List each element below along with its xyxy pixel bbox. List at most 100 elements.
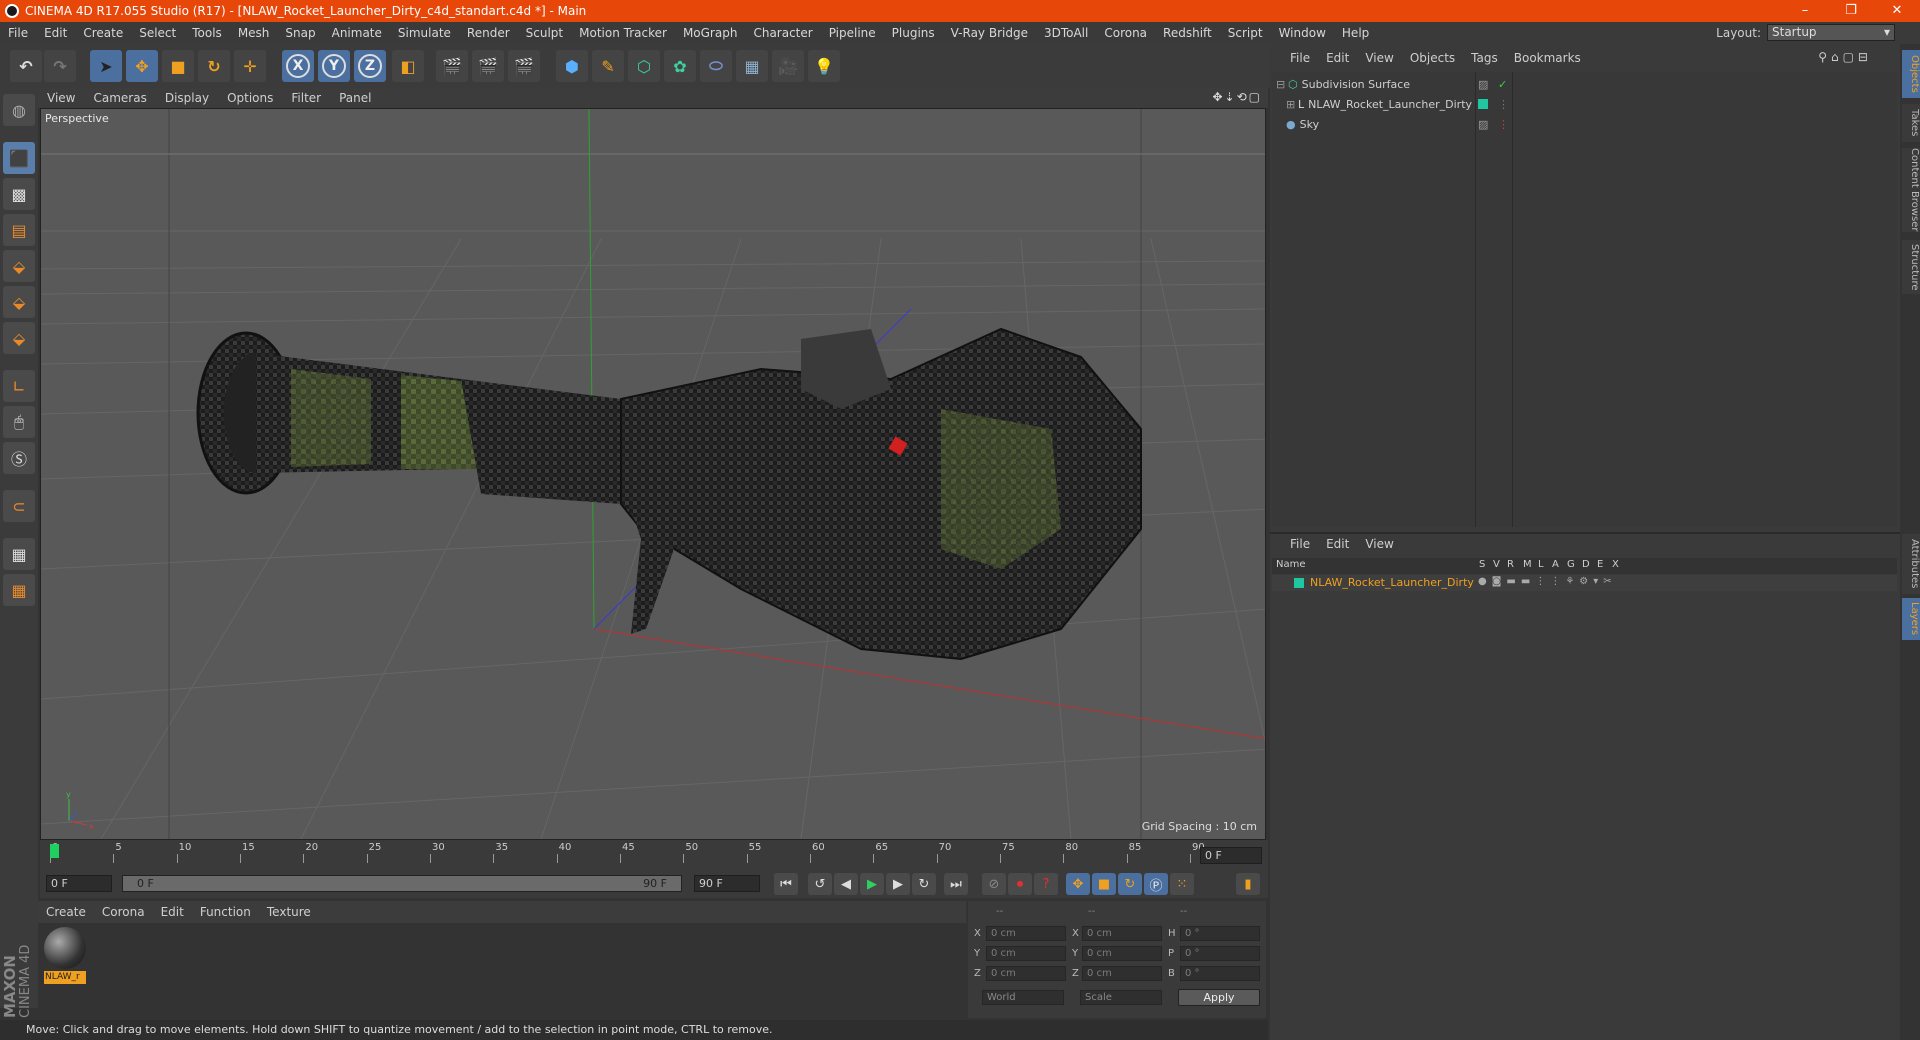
- key-scale-button[interactable]: ■: [1092, 873, 1116, 895]
- obj-menu-edit[interactable]: Edit: [1318, 51, 1357, 65]
- layer-color-swatch[interactable]: [1294, 578, 1304, 588]
- key-pla-button[interactable]: ⁙: [1170, 873, 1194, 895]
- mat-menu-texture[interactable]: Texture: [259, 905, 319, 919]
- editor-visibility-icon[interactable]: ▨: [1478, 78, 1488, 91]
- points-mode-button[interactable]: ⬙: [3, 250, 35, 282]
- record-button[interactable]: ⏺: [1008, 873, 1032, 895]
- size-x-field[interactable]: 0 cm: [1082, 926, 1162, 941]
- floor-button[interactable]: ▦: [736, 50, 768, 82]
- menu-mograph[interactable]: MoGraph: [675, 26, 746, 40]
- tab-takes[interactable]: Takes: [1902, 104, 1920, 142]
- timeline-window-button[interactable]: ▮: [1236, 873, 1260, 895]
- magnet-button[interactable]: ⊂: [3, 490, 35, 522]
- obj-menu-bookmarks[interactable]: Bookmarks: [1506, 51, 1589, 65]
- obj-menu-file[interactable]: File: [1270, 51, 1318, 65]
- layer-color-tag[interactable]: [1478, 99, 1488, 109]
- size-mode-select[interactable]: Scale: [1080, 990, 1162, 1005]
- visibility-dots-icon[interactable]: ⋮: [1498, 98, 1509, 111]
- col-m[interactable]: M: [1523, 559, 1532, 570]
- menu-plugins[interactable]: Plugins: [884, 26, 943, 40]
- autokey-button[interactable]: ?: [1034, 873, 1058, 895]
- apply-button[interactable]: Apply: [1178, 989, 1260, 1006]
- size-y-field[interactable]: 0 cm: [1082, 946, 1162, 961]
- key-parameter-button[interactable]: Ⓟ: [1144, 873, 1168, 895]
- menu-tools[interactable]: Tools: [184, 26, 230, 40]
- viewport-menu-options[interactable]: Options: [218, 91, 282, 105]
- mat-menu-function[interactable]: Function: [192, 905, 259, 919]
- object-row-subdivision[interactable]: ⊟ ⬡ Subdivision Surface ▨ ✓: [1272, 74, 1897, 94]
- menu-sculpt[interactable]: Sculpt: [518, 26, 571, 40]
- layer-menu-file[interactable]: File: [1270, 537, 1318, 551]
- position-y-field[interactable]: 0 cm: [986, 946, 1066, 961]
- z-axis-button[interactable]: Z: [354, 50, 386, 82]
- render-settings-button[interactable]: 🎬: [508, 50, 540, 82]
- cube-object-button[interactable]: ⬢: [556, 50, 588, 82]
- menu-render[interactable]: Render: [459, 26, 518, 40]
- menu-animate[interactable]: Animate: [324, 26, 390, 40]
- menu-script[interactable]: Script: [1220, 26, 1271, 40]
- layer-row[interactable]: NLAW_Rocket_Launcher_Dirty ●◙▬▬⋮⋮⚘⚙▾✂: [1272, 575, 1897, 591]
- col-e[interactable]: E: [1597, 559, 1603, 570]
- object-row-nlaw[interactable]: ⊞ L NLAW_Rocket_Launcher_Dirty ⋮: [1272, 94, 1897, 114]
- tab-objects[interactable]: Objects: [1902, 50, 1920, 98]
- workplane-mode-button[interactable]: ▤: [3, 214, 35, 246]
- collapse-icon[interactable]: ⊟: [1276, 78, 1288, 91]
- menu-redshift[interactable]: Redshift: [1155, 26, 1220, 40]
- mat-menu-edit[interactable]: Edit: [153, 905, 192, 919]
- prev-frame-button[interactable]: ◀: [834, 873, 858, 895]
- scale-tool-button[interactable]: ■: [162, 50, 194, 82]
- rotation-h-field[interactable]: 0 °: [1180, 926, 1260, 941]
- go-to-end-button[interactable]: ⏭: [944, 873, 968, 895]
- menu-file[interactable]: File: [0, 26, 36, 40]
- next-frame-button[interactable]: ▶: [886, 873, 910, 895]
- close-button[interactable]: ✕: [1874, 0, 1920, 22]
- cloner-button[interactable]: ✿: [664, 50, 696, 82]
- col-x[interactable]: X: [1612, 559, 1619, 570]
- col-v[interactable]: V: [1493, 559, 1500, 570]
- minimize-button[interactable]: –: [1782, 0, 1828, 22]
- range-slider[interactable]: 0 F 90 F: [122, 875, 682, 892]
- visibility-dots-icon[interactable]: ⋮: [1498, 118, 1509, 131]
- viewport-menu-cameras[interactable]: Cameras: [84, 91, 155, 105]
- prev-key-button[interactable]: ↺: [808, 873, 832, 895]
- layer-toggle-icons[interactable]: ●◙▬▬⋮⋮⚘⚙▾✂: [1478, 576, 1617, 587]
- size-z-field[interactable]: 0 cm: [1082, 966, 1162, 981]
- obj-menu-view[interactable]: View: [1357, 51, 1401, 65]
- timeline-ruler[interactable]: 051015202530354045505560657075808590 0 F: [40, 840, 1268, 870]
- key-position-button[interactable]: ✥: [1066, 873, 1090, 895]
- keyframe-selection-button[interactable]: ⊘: [982, 873, 1006, 895]
- layer-menu-view[interactable]: View: [1357, 537, 1401, 551]
- position-z-field[interactable]: 0 cm: [986, 966, 1066, 981]
- render-view-button[interactable]: 🎬: [436, 50, 468, 82]
- obj-menu-objects[interactable]: Objects: [1402, 51, 1463, 65]
- render-picture-viewer-button[interactable]: 🎬: [472, 50, 504, 82]
- col-g[interactable]: G: [1567, 559, 1575, 570]
- rotate-tool-button[interactable]: ↻: [198, 50, 230, 82]
- mat-menu-create[interactable]: Create: [38, 905, 94, 919]
- key-rotation-button[interactable]: ↻: [1118, 873, 1142, 895]
- tab-attributes[interactable]: Attributes: [1902, 534, 1920, 594]
- restore-button[interactable]: ❐: [1828, 0, 1874, 22]
- position-x-field[interactable]: 0 cm: [986, 926, 1066, 941]
- live-selection-button[interactable]: ➤: [90, 50, 122, 82]
- coordinate-system-button[interactable]: ◧: [392, 50, 424, 82]
- col-r[interactable]: R: [1507, 559, 1514, 570]
- workplane-align-button[interactable]: ▦: [3, 574, 35, 606]
- tweak-mode-button[interactable]: 🖱: [3, 406, 35, 438]
- pen-spline-button[interactable]: ✎: [592, 50, 624, 82]
- next-key-button[interactable]: ↻: [912, 873, 936, 895]
- rotation-p-field[interactable]: 0 °: [1180, 946, 1260, 961]
- redo-button[interactable]: ↷: [44, 50, 76, 82]
- object-row-sky[interactable]: ● Sky ▨ ⋮: [1272, 114, 1897, 134]
- edges-mode-button[interactable]: ⬙: [3, 286, 35, 318]
- y-axis-button[interactable]: Y: [318, 50, 350, 82]
- workplane-lock-button[interactable]: ▦: [3, 538, 35, 570]
- tab-structure[interactable]: Structure: [1902, 240, 1920, 294]
- menu-create[interactable]: Create: [75, 26, 131, 40]
- axis-mode-button[interactable]: ∟: [3, 370, 35, 402]
- obj-menu-tags[interactable]: Tags: [1463, 51, 1506, 65]
- start-frame-field[interactable]: 0 F: [46, 875, 112, 892]
- menu-snap[interactable]: Snap: [277, 26, 323, 40]
- mat-menu-corona[interactable]: Corona: [94, 905, 153, 919]
- move-tool-button[interactable]: ✥: [126, 50, 158, 82]
